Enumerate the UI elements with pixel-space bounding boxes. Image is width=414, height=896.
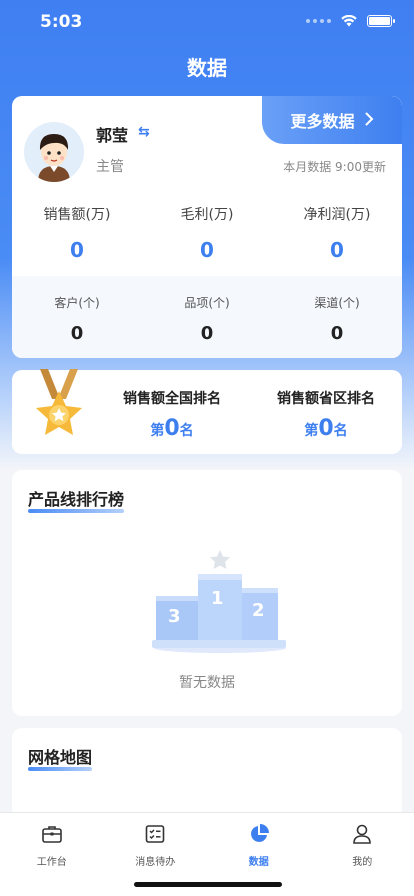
stat-value: 0 xyxy=(330,323,344,344)
stat-sales[interactable]: 销售额(万) 0 xyxy=(12,204,142,262)
rank-number: 0 xyxy=(164,416,180,441)
stat-value: 0 xyxy=(330,238,344,262)
svg-text:2: 2 xyxy=(252,600,265,621)
rank-suffix: 名 xyxy=(333,423,348,439)
rank-value: 第0名 xyxy=(256,416,396,441)
stat-net-profit[interactable]: 净利润(万) 0 xyxy=(272,204,402,262)
rank-title: 销售额全国排名 xyxy=(123,391,221,407)
section-title: 产品线排行榜 xyxy=(28,486,125,513)
empty-state-text: 暂无数据 xyxy=(179,675,235,691)
user-role: 主管 xyxy=(96,159,124,175)
stat-value: 0 xyxy=(200,238,214,262)
status-icons xyxy=(306,15,395,27)
tab-workbench[interactable]: 工作台 xyxy=(0,813,104,896)
signal-icon xyxy=(306,19,331,23)
avatar[interactable] xyxy=(24,122,84,182)
tab-mine[interactable]: 我的 xyxy=(311,813,414,896)
product-line-card: 产品线排行榜 1 2 3 暂无数据 xyxy=(12,470,402,716)
profile-card: 更多数据 郭莹 ⇆ 主管 本月数据 9:00更新 销售额(万) 0 毛利(万) … xyxy=(12,96,402,358)
person-icon xyxy=(353,824,372,844)
more-data-button[interactable]: 更多数据 xyxy=(262,96,402,144)
rank-prefix: 第 xyxy=(150,423,165,439)
status-time: 5:03 xyxy=(40,12,83,32)
rank-number: 0 xyxy=(318,416,334,441)
home-indicator xyxy=(134,882,282,887)
stat-value: 0 xyxy=(70,238,84,262)
tab-label: 我的 xyxy=(352,857,373,868)
stat-channels[interactable]: 渠道(个) 0 xyxy=(272,294,402,358)
province-rank: 销售额省区排名 第0名 xyxy=(256,388,396,441)
switch-role-icon[interactable]: ⇆ xyxy=(138,124,150,140)
stat-label: 净利润(万) xyxy=(303,207,371,223)
empty-podium-illustration: 1 2 3 xyxy=(150,544,290,654)
briefcase-icon xyxy=(41,826,62,843)
svg-text:3: 3 xyxy=(168,606,181,627)
section-title-text: 产品线排行榜 xyxy=(28,490,125,509)
stat-label: 销售额(万) xyxy=(43,207,111,223)
section-title: 网格地图 xyxy=(28,744,93,771)
tab-label: 工作台 xyxy=(36,857,67,868)
secondary-stats: 客户(个) 0 品项(个) 0 渠道(个) 0 xyxy=(12,276,402,358)
checklist-icon xyxy=(145,825,165,843)
ranking-card[interactable]: 销售额全国排名 第0名 销售额省区排名 第0名 xyxy=(12,369,402,454)
rank-title: 销售额省区排名 xyxy=(277,391,375,407)
tab-label: 消息待办 xyxy=(135,857,176,868)
user-name: 郭莹 xyxy=(96,126,129,145)
update-time: 本月数据 9:00更新 xyxy=(283,160,386,174)
stat-gross-profit[interactable]: 毛利(万) 0 xyxy=(142,204,272,262)
grid-map-card: 网格地图 xyxy=(12,728,402,818)
svg-text:1: 1 xyxy=(211,588,224,609)
stat-customers[interactable]: 客户(个) 0 xyxy=(12,294,142,358)
medal-icon xyxy=(24,369,94,447)
stat-label: 客户(个) xyxy=(54,296,100,310)
main-stats: 销售额(万) 0 毛利(万) 0 净利润(万) 0 xyxy=(12,204,402,262)
rank-value: 第0名 xyxy=(102,416,242,441)
tab-label: 数据 xyxy=(248,857,269,868)
battery-icon xyxy=(367,15,395,27)
page-title: 数据 xyxy=(187,56,227,80)
stat-label: 品项(个) xyxy=(184,296,230,310)
national-rank: 销售额全国排名 第0名 xyxy=(102,388,242,441)
section-title-text: 网格地图 xyxy=(28,748,93,767)
stat-label: 渠道(个) xyxy=(314,296,360,310)
chevron-right-icon xyxy=(365,111,374,130)
wifi-icon xyxy=(341,15,357,27)
stat-label: 毛利(万) xyxy=(180,207,234,223)
more-data-label: 更多数据 xyxy=(290,112,355,131)
stat-value: 0 xyxy=(200,323,214,344)
rank-suffix: 名 xyxy=(179,423,194,439)
status-bar: 5:03 xyxy=(0,0,414,44)
stat-value: 0 xyxy=(70,323,84,344)
rank-prefix: 第 xyxy=(304,423,319,439)
stat-products[interactable]: 品项(个) 0 xyxy=(142,294,272,358)
pie-chart-icon xyxy=(250,824,269,842)
